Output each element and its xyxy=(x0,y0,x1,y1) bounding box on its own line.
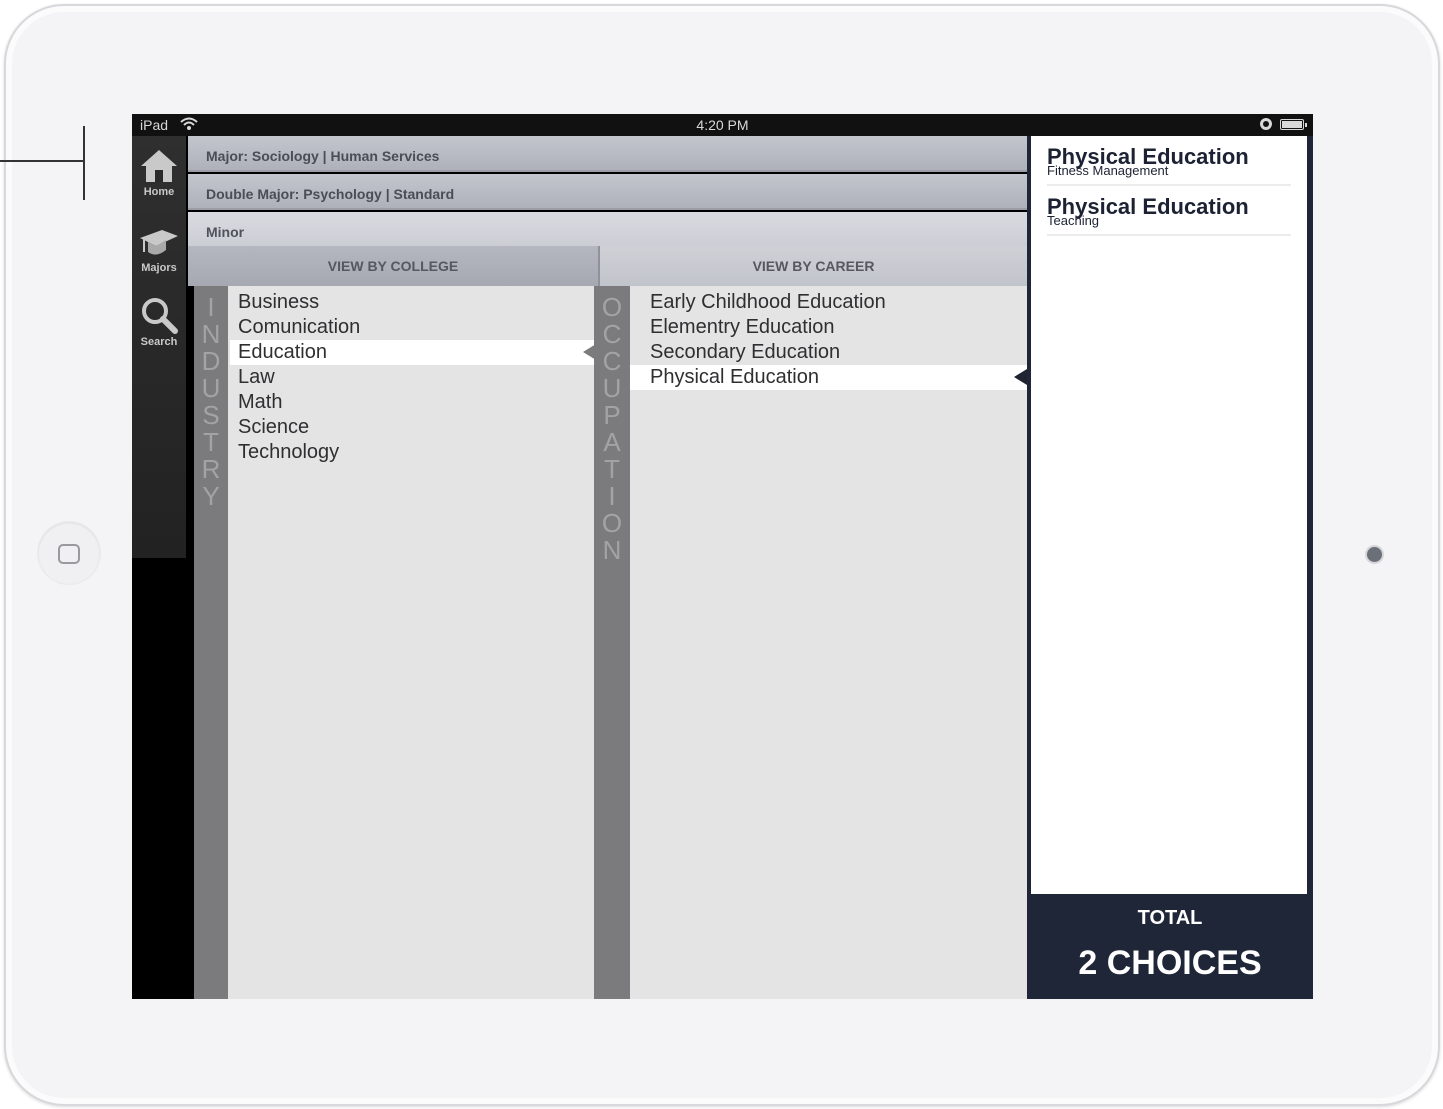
industry-letter: S xyxy=(202,400,220,430)
nav-item-search[interactable]: Search xyxy=(132,296,186,368)
industry-letter: R xyxy=(201,454,221,484)
total-value: 2 CHOICES xyxy=(1078,944,1262,982)
double-major-row[interactable]: Double Major: Psychology | Standard xyxy=(188,174,1027,210)
tab-view-by-career[interactable]: VIEW BY CAREER xyxy=(600,246,1027,286)
app-screen: iPad 4:20 PM Home Majors Search Major: S… xyxy=(132,114,1313,999)
list-item[interactable]: Business xyxy=(230,290,594,315)
battery-icon xyxy=(1280,119,1307,130)
choices-list: Physical Education Fitness Management Ph… xyxy=(1031,136,1307,894)
occupation-letter: U xyxy=(602,373,622,403)
selection-arrow-icon xyxy=(1014,369,1027,385)
occupation-letter: O xyxy=(601,508,623,538)
major-row[interactable]: Major: Sociology | Human Services xyxy=(188,136,1027,172)
occupation-pane: O C C U P A T I O N Early Childhood Educ… xyxy=(594,286,1027,999)
occupation-vertical-label: O C C U P A T I O N xyxy=(594,286,630,999)
side-nav: Home Majors Search xyxy=(132,136,186,999)
nav-item-majors[interactable]: Majors xyxy=(132,224,186,296)
home-icon xyxy=(141,150,177,182)
occupation-letter: O xyxy=(601,292,623,322)
occupation-letter: I xyxy=(608,481,616,511)
list-item-label: Education xyxy=(238,341,327,363)
industry-letter: N xyxy=(201,319,221,349)
industry-letter: U xyxy=(201,373,221,403)
list-item[interactable]: Secondary Education xyxy=(630,340,1027,365)
alarm-icon xyxy=(1260,118,1272,130)
occupation-letter: C xyxy=(602,319,622,349)
major-label: Major: Sociology | Human Services xyxy=(206,148,440,164)
industry-letter: Y xyxy=(202,481,220,511)
nav-home-label: Home xyxy=(143,186,175,198)
industry-list: Business Comunication Education Law Math… xyxy=(230,290,596,465)
list-item[interactable]: Early Childhood Education xyxy=(630,290,1027,315)
device-camera xyxy=(1367,547,1382,562)
total-summary: TOTAL 2 CHOICES xyxy=(1027,894,1313,999)
occupation-letter: N xyxy=(602,535,622,565)
choices-panel: Physical Education Fitness Management Ph… xyxy=(1027,136,1313,999)
occupation-letter: P xyxy=(603,400,621,430)
tab-view-by-college[interactable]: VIEW BY COLLEGE xyxy=(188,246,600,286)
status-bar: iPad 4:20 PM xyxy=(132,114,1313,136)
list-item[interactable]: Math xyxy=(230,390,594,415)
list-item-selected[interactable]: Physical Education xyxy=(630,365,1027,390)
occupation-list: Early Childhood Education Elementry Educ… xyxy=(630,290,1027,390)
minor-row[interactable]: Minor xyxy=(188,212,1027,248)
occupation-letter: A xyxy=(603,427,621,457)
double-major-label: Double Major: Psychology | Standard xyxy=(206,186,455,202)
industry-pane: I N D U S T R Y Business Comunication Ed… xyxy=(188,286,596,999)
nav-item-home[interactable]: Home xyxy=(132,148,186,220)
search-icon xyxy=(142,298,178,334)
list-item[interactable]: Law xyxy=(230,365,594,390)
nav-majors-label: Majors xyxy=(141,262,177,274)
graduation-cap-icon xyxy=(140,230,178,255)
industry-letter: I xyxy=(207,292,215,322)
minor-label: Minor xyxy=(206,224,245,240)
list-item-selected[interactable]: Education xyxy=(230,340,596,365)
choice-item[interactable]: Physical Education Fitness Management xyxy=(1047,136,1291,186)
home-button-square-icon xyxy=(58,544,80,564)
callout-tick xyxy=(83,126,85,200)
list-item-label: Physical Education xyxy=(650,366,819,388)
callout-line xyxy=(0,160,84,162)
nav-search-label: Search xyxy=(140,336,178,348)
choice-item[interactable]: Physical Education Teaching xyxy=(1047,186,1291,236)
status-time: 4:20 PM xyxy=(696,117,749,133)
list-item[interactable]: Technology xyxy=(230,440,594,465)
list-item[interactable]: Comunication xyxy=(230,315,594,340)
list-item[interactable]: Elementry Education xyxy=(630,315,1027,340)
industry-letter: D xyxy=(201,346,221,376)
occupation-letter: T xyxy=(604,454,620,484)
industry-vertical-label: I N D U S T R Y xyxy=(194,286,228,999)
occupation-letter: C xyxy=(602,346,622,376)
device-home-button[interactable] xyxy=(38,522,100,584)
industry-letter: T xyxy=(203,427,219,457)
list-item[interactable]: Science xyxy=(230,415,594,440)
total-label: TOTAL xyxy=(1137,907,1203,929)
